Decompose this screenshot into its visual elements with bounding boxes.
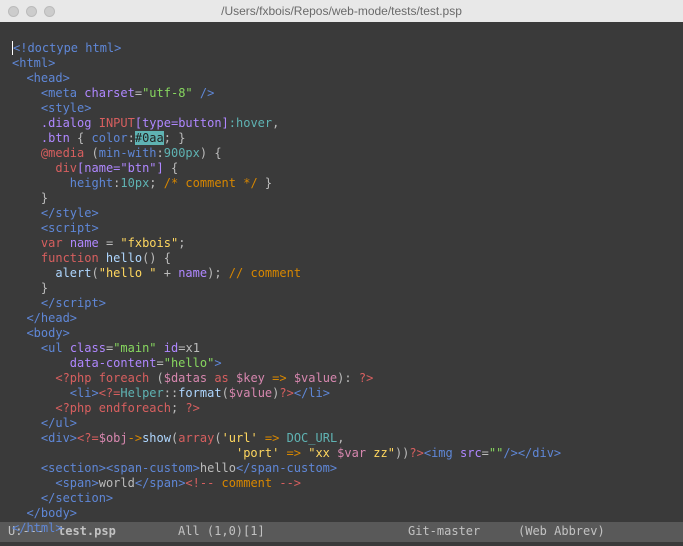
modeline-mode: (Web Abbrev) [518,524,605,540]
modeline-filename: test.psp [58,524,178,540]
window-title: /Users/fxbois/Repos/web-mode/tests/test.… [0,4,683,18]
code-editor[interactable]: <!doctype html> <html> <head> <meta char… [0,22,683,522]
modeline-vc: Git-master [408,524,518,540]
mode-line: U:--- test.psp All (1,0)[1] Git-master (… [0,522,683,542]
modeline-position: All (1,0)[1] [178,524,408,540]
window-titlebar: /Users/fxbois/Repos/web-mode/tests/test.… [0,0,683,22]
